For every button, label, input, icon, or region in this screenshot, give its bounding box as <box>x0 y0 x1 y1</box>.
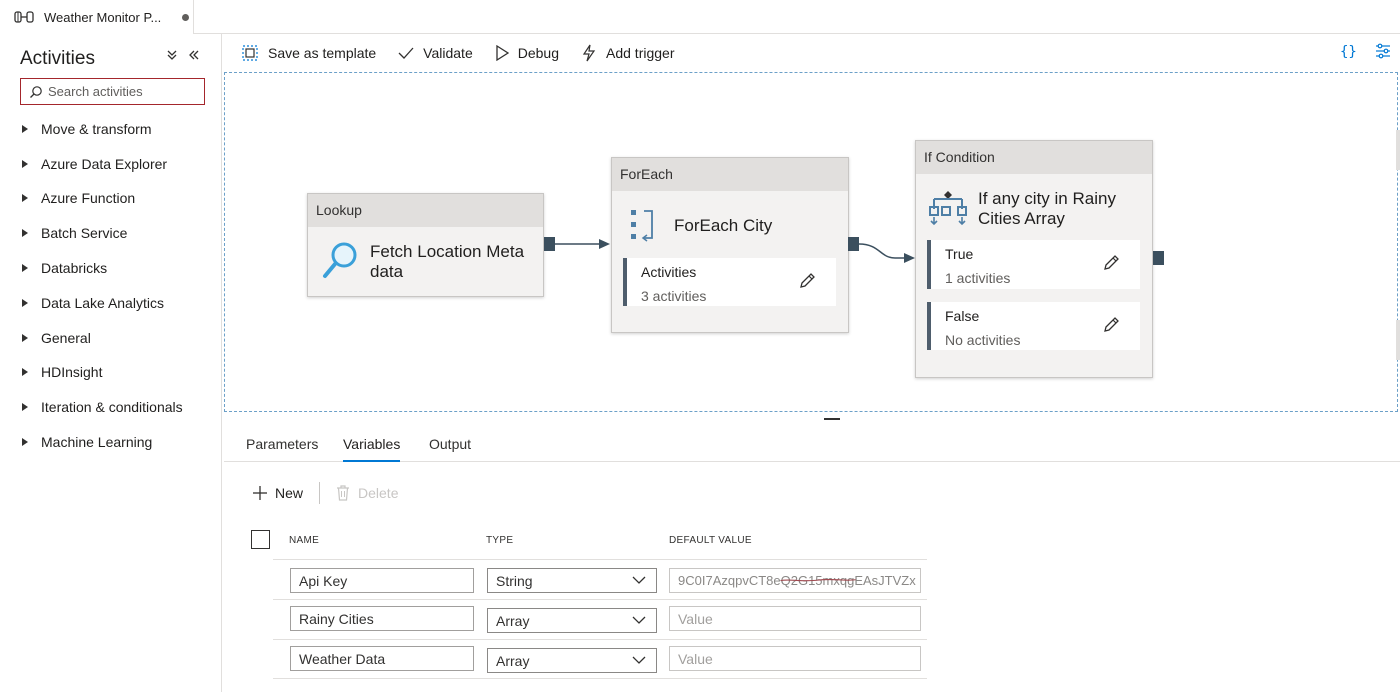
true-branch-count: 1 activities <box>945 270 1011 286</box>
variable-default-value-field[interactable]: 9C0I7AzqpvCT8eQ2G15mxqgEAsJTVZx <box>669 568 921 593</box>
edit-pencil-icon[interactable] <box>1102 316 1120 334</box>
variable-type-value: Array <box>496 653 530 669</box>
canvas-right-control[interactable] <box>1396 130 1400 170</box>
foreach-activities-title: Activities <box>641 264 697 280</box>
trash-icon <box>337 485 350 501</box>
select-all-checkbox[interactable] <box>251 530 270 549</box>
tab-parameters[interactable]: Parameters <box>246 436 318 452</box>
column-name-header: NAME <box>289 535 320 546</box>
tab-variables[interactable]: Variables <box>343 436 401 462</box>
if-condition-node[interactable]: If Condition If any city in Rainy Cities… <box>915 140 1153 378</box>
if-condition-output-port[interactable] <box>1153 251 1164 265</box>
lookup-activity-node[interactable]: Lookup Fetch Location Meta data <box>307 193 544 297</box>
variable-type-select[interactable]: String <box>487 568 657 593</box>
variables-actions: New Delete <box>252 482 398 504</box>
divider <box>319 482 321 504</box>
tab-output[interactable]: Output <box>429 436 471 452</box>
lookup-node-name: Fetch Location Meta data <box>370 242 525 281</box>
delete-variable-button[interactable]: Delete <box>336 485 398 501</box>
variable-type-select[interactable]: Array <box>487 608 657 633</box>
lookup-node-type: Lookup <box>308 194 543 227</box>
chevron-down-icon <box>632 656 646 664</box>
variable-default-value-field[interactable]: Value <box>669 606 921 631</box>
plus-icon <box>253 486 267 500</box>
table-row: Weather Data Array Value <box>273 639 927 679</box>
foreach-node-type: ForEach <box>612 158 848 191</box>
foreach-activities-count: 3 activities <box>641 288 707 304</box>
column-default-value-header: DEFAULT VALUE <box>669 535 752 546</box>
table-row: Rainy Cities Array Value <box>273 599 927 639</box>
foreach-loop-icon <box>631 210 653 242</box>
edit-pencil-icon[interactable] <box>798 272 816 290</box>
new-variable-button[interactable]: New <box>252 485 303 501</box>
false-branch-label: False <box>945 308 980 324</box>
table-row: Api Key String 9C0I7AzqpvCT8eQ2G15mxqgEA… <box>273 559 927 599</box>
edit-pencil-icon[interactable] <box>1102 254 1120 272</box>
foreach-activity-node[interactable]: ForEach ForEach City Activities 3 activi… <box>611 157 849 333</box>
variable-type-select[interactable]: Array <box>487 648 657 673</box>
variable-name-field[interactable]: Weather Data <box>290 646 474 671</box>
canvas-right-control[interactable] <box>1396 320 1400 360</box>
false-branch-count: No activities <box>945 332 1021 348</box>
if-condition-name: If any city in Rainy Cities Array <box>978 189 1116 228</box>
foreach-activities-box[interactable]: Activities 3 activities <box>623 258 836 306</box>
lookup-output-port[interactable] <box>544 237 555 251</box>
variable-type-value: Array <box>496 613 530 629</box>
foreach-output-port[interactable] <box>848 237 859 251</box>
table-bottom-border <box>273 678 927 679</box>
false-branch-box[interactable]: False No activities <box>927 302 1140 350</box>
lookup-magnifier-icon <box>323 242 357 278</box>
delete-label: Delete <box>358 485 399 501</box>
variable-default-value-field[interactable]: Value <box>669 646 921 671</box>
redaction-scribble <box>780 579 856 582</box>
foreach-node-name: ForEach City <box>674 216 773 235</box>
variable-name-field[interactable]: Api Key <box>290 568 474 593</box>
new-label: New <box>275 485 304 501</box>
active-tab-underline <box>343 460 401 462</box>
column-type-header: TYPE <box>486 535 514 546</box>
variable-type-value: String <box>496 573 533 589</box>
if-condition-type: If Condition <box>916 141 1152 174</box>
chevron-down-icon <box>632 616 646 624</box>
tab-variables-label: Variables <box>343 436 401 452</box>
if-condition-branch-icon <box>929 191 967 226</box>
variable-name-field[interactable]: Rainy Cities <box>290 606 474 631</box>
true-branch-box[interactable]: True 1 activities <box>927 240 1140 289</box>
panel-resize-handle[interactable] <box>824 418 840 420</box>
bottom-panel-tabs: Parameters Variables Output <box>224 432 1400 462</box>
true-branch-label: True <box>945 246 974 262</box>
chevron-down-icon <box>632 576 646 584</box>
